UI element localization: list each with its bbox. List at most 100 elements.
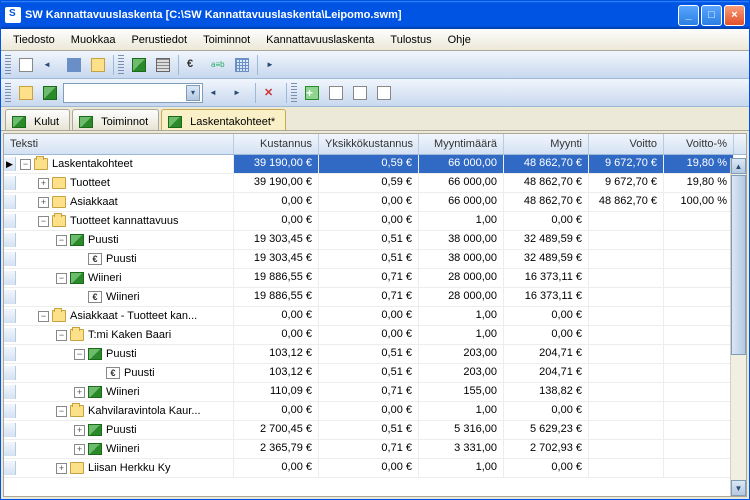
collapse-icon[interactable]: − bbox=[56, 406, 67, 417]
cell-c3[interactable]: 1,00 bbox=[419, 212, 504, 230]
cell-c6[interactable]: 19,80 % bbox=[664, 155, 734, 173]
tree-cell[interactable]: −Tuotteet kannattavuus bbox=[4, 212, 234, 230]
tree-cell[interactable]: −Wiineri bbox=[4, 269, 234, 287]
menu-tulostus[interactable]: Tulostus bbox=[382, 31, 439, 49]
table-row[interactable]: Wiineri19 886,55 €0,71 €28 000,0016 373,… bbox=[4, 288, 746, 307]
col-teksti[interactable]: Teksti bbox=[4, 134, 234, 154]
cell-c3[interactable]: 203,00 bbox=[419, 345, 504, 363]
expand-icon[interactable]: + bbox=[38, 178, 49, 189]
cell-c5[interactable]: 9 672,70 € bbox=[589, 155, 664, 173]
calc-button[interactable] bbox=[152, 54, 174, 76]
maximize-button[interactable]: □ bbox=[701, 5, 722, 26]
col-myyntimaara[interactable]: Myyntimäärä bbox=[419, 134, 504, 154]
cell-c4[interactable]: 138,82 € bbox=[504, 383, 589, 401]
table-row[interactable]: −Asiakkaat - Tuotteet kan...0,00 €0,00 €… bbox=[4, 307, 746, 326]
tree-cell[interactable]: −T:mi Kaken Baari bbox=[4, 326, 234, 344]
cell-c1[interactable]: 19 303,45 € bbox=[234, 250, 319, 268]
table-row[interactable]: +Wiineri2 365,79 €0,71 €3 331,002 702,93… bbox=[4, 440, 746, 459]
table-row[interactable]: Puusti103,12 €0,51 €203,00204,71 € bbox=[4, 364, 746, 383]
nav-prev-button[interactable] bbox=[205, 82, 227, 104]
cell-c3[interactable]: 155,00 bbox=[419, 383, 504, 401]
cell-c2[interactable]: 0,51 € bbox=[319, 345, 419, 363]
cell-c1[interactable]: 2 365,79 € bbox=[234, 440, 319, 458]
collapse-icon[interactable]: − bbox=[56, 235, 67, 246]
expand-icon[interactable]: + bbox=[38, 197, 49, 208]
cell-c2[interactable]: 0,71 € bbox=[319, 288, 419, 306]
tree-cell[interactable]: +Liisan Herkku Ky bbox=[4, 459, 234, 477]
cell-c5[interactable] bbox=[589, 307, 664, 325]
tree-cell[interactable]: +Wiineri bbox=[4, 383, 234, 401]
cell-c6[interactable] bbox=[664, 250, 734, 268]
col-myynti[interactable]: Myynti bbox=[504, 134, 589, 154]
tree-cell[interactable]: +Tuotteet bbox=[4, 174, 234, 192]
cell-c4[interactable]: 5 629,23 € bbox=[504, 421, 589, 439]
tab-laskentakohteet[interactable]: Laskentakohteet* bbox=[161, 109, 286, 130]
tb-btn-b[interactable] bbox=[349, 82, 371, 104]
cell-c3[interactable]: 38 000,00 bbox=[419, 231, 504, 249]
table-row[interactable]: −Wiineri19 886,55 €0,71 €28 000,0016 373… bbox=[4, 269, 746, 288]
table-row[interactable]: −Puusti103,12 €0,51 €203,00204,71 € bbox=[4, 345, 746, 364]
cell-c4[interactable]: 32 489,59 € bbox=[504, 250, 589, 268]
cell-c4[interactable]: 0,00 € bbox=[504, 402, 589, 420]
vertical-scrollbar[interactable]: ▲ ▼ bbox=[730, 158, 746, 496]
cell-c2[interactable]: 0,00 € bbox=[319, 326, 419, 344]
cell-c3[interactable]: 66 000,00 bbox=[419, 155, 504, 173]
cell-c5[interactable] bbox=[589, 383, 664, 401]
open-button[interactable] bbox=[39, 54, 61, 76]
toolbar-grip-icon[interactable] bbox=[5, 83, 11, 103]
menu-ohje[interactable]: Ohje bbox=[440, 31, 479, 49]
euro-button[interactable] bbox=[183, 54, 205, 76]
cell-c4[interactable]: 32 489,59 € bbox=[504, 231, 589, 249]
cell-c4[interactable]: 48 862,70 € bbox=[504, 155, 589, 173]
cell-c6[interactable] bbox=[664, 364, 734, 382]
expand-icon[interactable]: + bbox=[56, 463, 67, 474]
cell-c2[interactable]: 0,71 € bbox=[319, 383, 419, 401]
cell-c5[interactable] bbox=[589, 269, 664, 287]
tree-cell[interactable]: +Puusti bbox=[4, 421, 234, 439]
minimize-button[interactable]: _ bbox=[678, 5, 699, 26]
cell-c5[interactable]: 9 672,70 € bbox=[589, 174, 664, 192]
table-row[interactable]: +Asiakkaat0,00 €0,00 €66 000,0048 862,70… bbox=[4, 193, 746, 212]
cell-c2[interactable]: 0,59 € bbox=[319, 174, 419, 192]
chevron-down-icon[interactable] bbox=[186, 85, 200, 101]
tree-cell[interactable]: −Puusti bbox=[4, 345, 234, 363]
cell-c1[interactable]: 39 190,00 € bbox=[234, 155, 319, 173]
col-voitto[interactable]: Voitto bbox=[589, 134, 664, 154]
col-yksikkokustannus[interactable]: Yksikkökustannus bbox=[319, 134, 419, 154]
cell-c6[interactable] bbox=[664, 459, 734, 477]
cell-c2[interactable]: 0,71 € bbox=[319, 440, 419, 458]
cell-c1[interactable]: 0,00 € bbox=[234, 212, 319, 230]
titlebar[interactable]: SW Kannattavuuslaskenta [C:\SW Kannattav… bbox=[1, 1, 749, 29]
cell-c5[interactable] bbox=[589, 250, 664, 268]
table-row[interactable]: +Liisan Herkku Ky0,00 €0,00 €1,000,00 € bbox=[4, 459, 746, 478]
data-grid[interactable]: Teksti Kustannus Yksikkökustannus Myynti… bbox=[3, 133, 747, 497]
table-row[interactable]: ▶−Laskentakohteet39 190,00 €0,59 €66 000… bbox=[4, 155, 746, 174]
cell-c5[interactable] bbox=[589, 231, 664, 249]
cell-c3[interactable]: 28 000,00 bbox=[419, 288, 504, 306]
cell-c2[interactable]: 0,51 € bbox=[319, 231, 419, 249]
cell-c4[interactable]: 0,00 € bbox=[504, 326, 589, 344]
cell-c6[interactable] bbox=[664, 307, 734, 325]
cell-c5[interactable] bbox=[589, 326, 664, 344]
menu-toiminnot[interactable]: Toiminnot bbox=[195, 31, 258, 49]
cell-c6[interactable] bbox=[664, 383, 734, 401]
cell-c1[interactable]: 0,00 € bbox=[234, 459, 319, 477]
expand-icon[interactable]: + bbox=[74, 425, 85, 436]
cell-c3[interactable]: 1,00 bbox=[419, 459, 504, 477]
cell-c6[interactable]: 19,80 % bbox=[664, 174, 734, 192]
tree-cell[interactable]: −Kahvilaravintola Kaur... bbox=[4, 402, 234, 420]
cell-c3[interactable]: 28 000,00 bbox=[419, 269, 504, 287]
cell-c3[interactable]: 1,00 bbox=[419, 307, 504, 325]
cell-c5[interactable]: 48 862,70 € bbox=[589, 193, 664, 211]
folder2-button[interactable] bbox=[15, 82, 37, 104]
menu-tiedosto[interactable]: Tiedosto bbox=[5, 31, 63, 49]
cell-c6[interactable] bbox=[664, 269, 734, 287]
cell-c3[interactable]: 3 331,00 bbox=[419, 440, 504, 458]
cell-c6[interactable] bbox=[664, 402, 734, 420]
cell-c4[interactable]: 0,00 € bbox=[504, 459, 589, 477]
cell-c4[interactable]: 0,00 € bbox=[504, 307, 589, 325]
cell-c4[interactable]: 16 373,11 € bbox=[504, 269, 589, 287]
cell-c6[interactable] bbox=[664, 288, 734, 306]
nav-next-button[interactable] bbox=[229, 82, 251, 104]
cell-c1[interactable]: 103,12 € bbox=[234, 345, 319, 363]
